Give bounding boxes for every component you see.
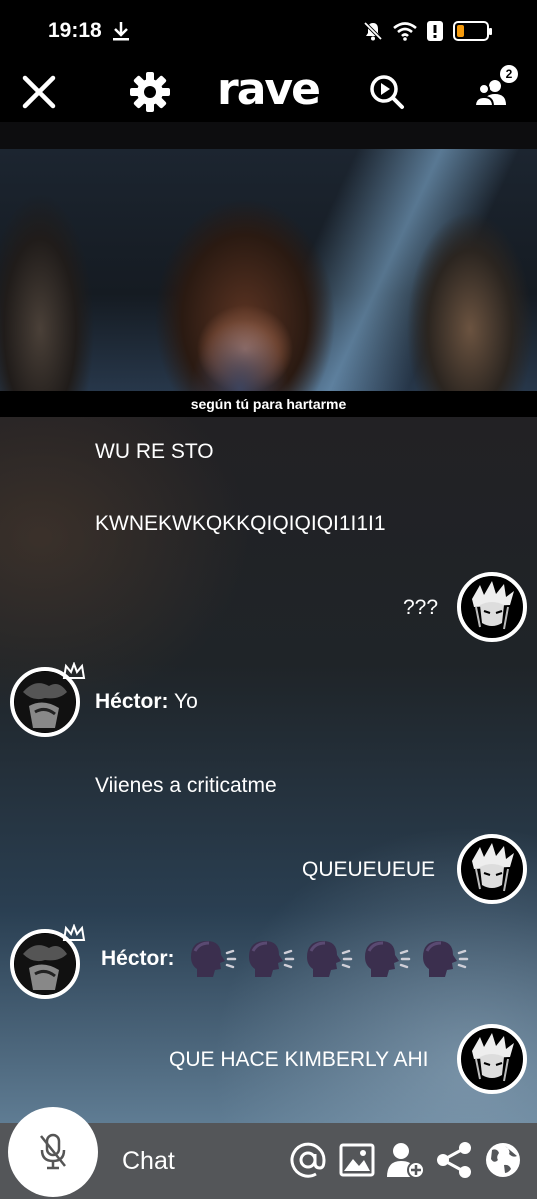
image-icon	[339, 1143, 375, 1177]
share-icon	[437, 1142, 471, 1178]
message-text: WU RE STO	[95, 440, 214, 463]
speaking-head-emoji	[248, 941, 294, 977]
chat-message: Héctor:	[101, 939, 469, 979]
anime-avatar-icon	[462, 839, 522, 899]
chat-message: ???	[403, 595, 438, 621]
chat-input[interactable]: Chat	[122, 1147, 175, 1176]
app-header: rave 2	[0, 62, 537, 122]
close-button[interactable]	[15, 68, 63, 116]
video-player[interactable]	[0, 149, 537, 391]
search-play-icon	[370, 75, 404, 109]
dark-avatar-icon	[15, 672, 75, 732]
message-text: ???	[403, 596, 439, 619]
wifi-icon	[393, 22, 417, 41]
rave-logo: rave	[217, 64, 321, 115]
gear-icon	[130, 72, 170, 112]
mention-icon	[290, 1142, 326, 1178]
users-button[interactable]: 2	[468, 65, 518, 116]
speaking-head-emoji	[364, 941, 410, 977]
chat-message: QUEUEUEUE	[302, 857, 435, 883]
share-button[interactable]	[433, 1139, 475, 1181]
dark-avatar-icon	[15, 934, 75, 994]
message-text: Viienes a criticatme	[95, 774, 277, 797]
header-divider	[0, 122, 537, 149]
chat-message: WU RE STO	[95, 439, 214, 465]
image-button[interactable]	[336, 1139, 378, 1181]
status-time: 19:18	[48, 19, 102, 42]
users-count-badge: 2	[500, 65, 518, 83]
chat-message: Héctor: Yo	[95, 689, 198, 715]
add-user-icon	[387, 1143, 425, 1179]
message-text: Yo	[173, 690, 198, 713]
avatar-self[interactable]	[457, 572, 527, 642]
alert-icon	[427, 21, 443, 41]
mute-bell-icon	[363, 21, 383, 41]
anime-avatar-icon	[462, 1029, 522, 1089]
crown-icon	[62, 924, 86, 941]
chat-panel[interactable]: WU RE STO KWNEKWKQKKQIQIQIQI1I1I1 ??? Hé…	[0, 417, 537, 1123]
message-text: QUEUEUEUE	[302, 858, 436, 881]
search-video-button[interactable]	[363, 68, 411, 116]
mic-button[interactable]	[8, 1107, 98, 1197]
message-text: QUE HACE KIMBERLY AHI	[169, 1048, 429, 1071]
speaking-head-emoji	[190, 941, 236, 977]
speaking-head-emoji	[306, 941, 352, 977]
speaking-head-emoji	[422, 941, 468, 977]
chat-message: KWNEKWKQKKQIQIQIQI1I1I1	[95, 511, 386, 537]
message-sender: Héctor:	[101, 947, 175, 970]
mention-button[interactable]	[287, 1139, 329, 1181]
status-bar: 19:18	[0, 0, 537, 62]
message-text: KWNEKWKQKKQIQIQIQI1I1I1	[95, 512, 386, 535]
avatar-self[interactable]	[457, 834, 527, 904]
chat-message: Viienes a criticatme	[95, 773, 277, 799]
avatar-self[interactable]	[457, 1024, 527, 1094]
bottom-bar: Chat	[0, 1107, 537, 1199]
globe-icon	[486, 1143, 520, 1177]
settings-button[interactable]	[126, 68, 174, 116]
crown-icon	[62, 662, 86, 679]
message-sender: Héctor:	[95, 690, 169, 713]
chat-message: QUE HACE KIMBERLY AHI	[169, 1047, 428, 1073]
speaking-head-emoji-row	[175, 939, 469, 979]
battery-icon	[453, 21, 492, 41]
globe-button[interactable]	[482, 1139, 524, 1181]
download-icon	[112, 22, 129, 41]
video-subtitle: según tú para hartarme	[0, 391, 537, 417]
add-user-button[interactable]	[385, 1139, 427, 1181]
mic-muted-icon	[40, 1133, 66, 1170]
close-icon	[22, 75, 56, 109]
anime-avatar-icon	[462, 577, 522, 637]
